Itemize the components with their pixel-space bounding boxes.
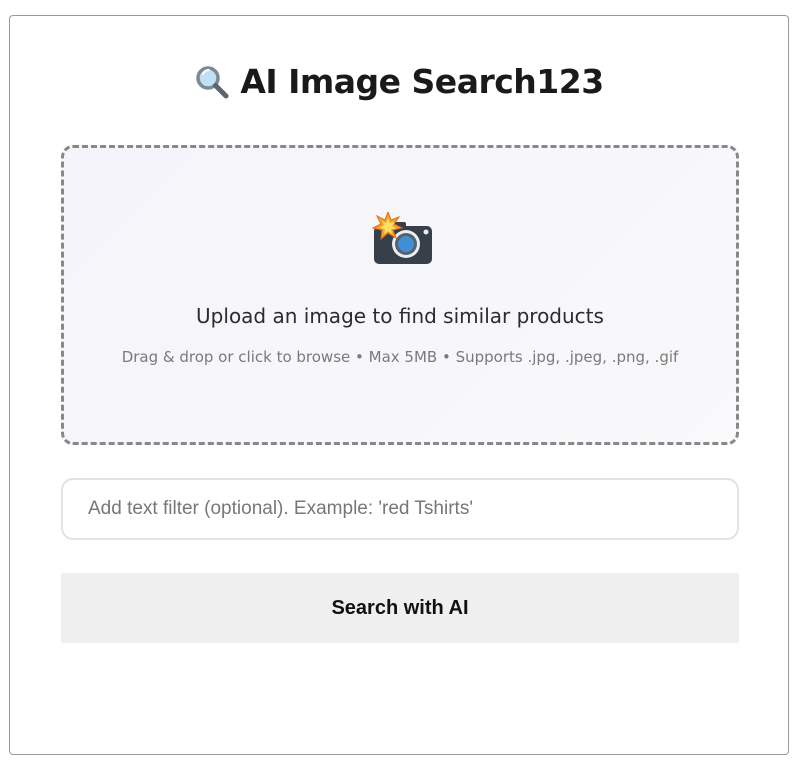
search-card: AI Image Search123 Upload an image to fi… <box>9 15 789 755</box>
search-with-ai-button[interactable]: Search with AI <box>61 573 739 643</box>
camera-flash-icon <box>371 212 432 264</box>
magnifying-glass-icon <box>196 65 229 98</box>
header: AI Image Search123 <box>10 62 788 101</box>
image-upload-dropzone[interactable]: Upload an image to find similar products… <box>61 145 739 445</box>
text-filter-input[interactable] <box>61 478 739 540</box>
upload-hint: Drag & drop or click to browse • Max 5MB… <box>121 348 679 366</box>
page-title: AI Image Search123 <box>240 62 604 101</box>
upload-title: Upload an image to find similar products <box>196 304 604 328</box>
